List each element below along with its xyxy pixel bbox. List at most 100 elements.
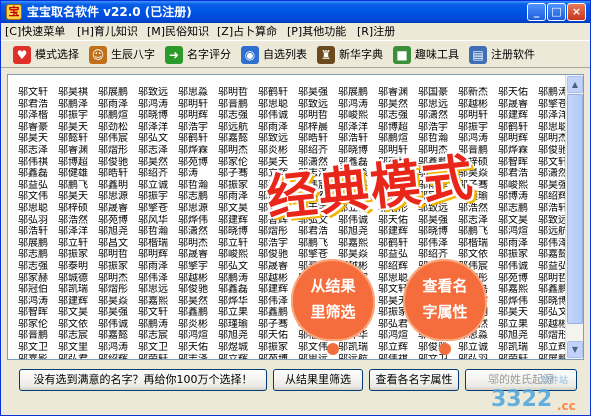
name-cell[interactable]: 邬立辉 <box>218 354 258 359</box>
name-cell[interactable]: 邬烨霖 <box>178 145 218 157</box>
name-cell[interactable]: 邬雨泽 <box>498 238 538 250</box>
name-cell[interactable]: 邬鸿涛 <box>338 99 378 111</box>
name-cell[interactable]: 邬思源 <box>178 203 218 215</box>
name-cell[interactable]: 邬振宇 <box>458 122 498 134</box>
name-cell[interactable]: 邬家伦 <box>218 157 258 169</box>
name-cell[interactable]: 邬振家 <box>58 249 98 261</box>
name-cell[interactable]: 邬烨霖 <box>498 145 538 157</box>
name-cell[interactable]: 邬益弘 <box>18 180 58 192</box>
name-cell[interactable]: 邬城德 <box>58 273 98 285</box>
name-cell[interactable]: 邬思聪 <box>258 99 298 111</box>
name-cell[interactable]: 邬昊天 <box>18 133 58 145</box>
name-cell[interactable]: 邬雨泽 <box>258 122 298 134</box>
name-cell[interactable]: 邬旭尧 <box>98 226 138 238</box>
name-cell[interactable]: 邬凯瑞 <box>338 342 378 354</box>
name-cell[interactable]: 邬志鹏 <box>178 191 218 203</box>
name-cell[interactable]: 邬绍辉 <box>98 354 138 359</box>
name-cell[interactable]: 邬晋鹏 <box>18 330 58 342</box>
name-cell[interactable]: 邬弘君 <box>58 354 98 359</box>
name-cell[interactable]: 邬子骞 <box>218 168 258 180</box>
name-cell[interactable]: 邬明辉 <box>498 133 538 145</box>
name-cell[interactable]: 邬烨华 <box>218 296 258 308</box>
name-cell[interactable]: 邬俊驰 <box>258 249 298 261</box>
name-cell[interactable]: 邬鹤轩 <box>378 238 418 250</box>
name-cell[interactable]: 邬昊焱 <box>338 249 378 261</box>
name-cell[interactable]: 邬晋鹏 <box>218 99 258 111</box>
name-cell[interactable]: 邬建辉 <box>498 110 538 122</box>
name-cell[interactable]: 邬明哲 <box>98 249 138 261</box>
name-cell[interactable]: 邬擎苍 <box>138 203 178 215</box>
name-cell[interactable]: 邬炎彬 <box>178 319 218 331</box>
name-cell[interactable]: 邬志强 <box>18 261 58 273</box>
name-cell[interactable]: 邬嘉熙 <box>138 296 178 308</box>
filter-results-button[interactable]: 从结果里筛选 <box>273 369 363 391</box>
name-cell[interactable]: 邬苑博 <box>498 273 538 285</box>
name-cell[interactable]: 邬俊驰 <box>418 342 458 354</box>
filter-results-cloud[interactable]: 从结果 里筛选 <box>291 259 375 355</box>
menu-quick[interactable]: [C]快速菜单 <box>5 24 65 39</box>
name-cell[interactable]: 邬志鹏 <box>18 249 58 261</box>
name-cell[interactable]: 邬鑫鹏 <box>178 307 218 319</box>
name-cell[interactable]: 邬伟诚 <box>98 319 138 331</box>
name-cell[interactable]: 邬振家 <box>98 261 138 273</box>
name-cell[interactable]: 邬哲瀚 <box>178 180 218 192</box>
name-cell[interactable]: 邬昌文 <box>98 238 138 250</box>
name-cell[interactable]: 邬晟睿 <box>98 203 138 215</box>
view-attributes-cloud[interactable]: 查看名 字属性 <box>403 259 487 355</box>
name-cell[interactable]: 邬楷瑞 <box>138 238 178 250</box>
scroll-up-icon[interactable]: ▲ <box>567 76 583 93</box>
name-cell[interactable]: 邬家赫 <box>18 273 58 285</box>
name-cell[interactable]: 邬鹤轩 <box>258 87 298 99</box>
name-cell[interactable]: 邬立果 <box>218 307 258 319</box>
name-cell[interactable]: 邬峻熙 <box>218 249 258 261</box>
name-cell[interactable]: 邬明杰 <box>218 145 258 157</box>
name-cell[interactable]: 邬立辉 <box>378 342 418 354</box>
name-cell[interactable]: 邬文依 <box>58 319 98 331</box>
name-cell[interactable]: 邬鑫明 <box>98 180 138 192</box>
name-cell[interactable]: 邬天佑 <box>498 87 538 99</box>
name-cell[interactable]: 邬皓轩 <box>298 133 338 145</box>
name-cell[interactable]: 邬风华 <box>138 215 178 227</box>
name-cell[interactable]: 邬思远 <box>418 99 458 111</box>
name-cell[interactable]: 邬国豪 <box>418 87 458 99</box>
menu-folklore[interactable]: [M]民俗知识 <box>147 24 209 39</box>
name-cell[interactable]: 邬弘文 <box>218 261 258 273</box>
name-cell[interactable]: 邬绍齐 <box>138 168 178 180</box>
menu-parenting[interactable]: [H]育儿知识 <box>77 24 138 39</box>
name-cell[interactable]: 邬熠形 <box>98 145 138 157</box>
name-cell[interactable]: 邬昊强 <box>298 87 338 99</box>
name-cell[interactable]: 邬哲瀚 <box>138 226 178 238</box>
name-cell[interactable]: 邬梓晨 <box>298 122 338 134</box>
name-cell[interactable]: 邬烨伟 <box>498 296 538 308</box>
name-cell[interactable]: 邬文轩 <box>138 307 178 319</box>
name-cell[interactable]: 邬晓博 <box>138 110 178 122</box>
name-cell[interactable]: 邬益弘 <box>378 249 418 261</box>
name-cell[interactable]: 邬新杰 <box>458 87 498 99</box>
name-cell[interactable]: 邬立诚 <box>138 180 178 192</box>
name-cell[interactable]: 邬雨泽 <box>98 99 138 111</box>
name-cell[interactable]: 邬荣轩 <box>498 354 538 359</box>
name-cell[interactable]: 邬旭尧 <box>498 330 538 342</box>
menu-divination[interactable]: [Z]占卜算命 <box>217 24 277 39</box>
name-cell[interactable]: 邬立轩 <box>58 238 98 250</box>
name-cell[interactable]: 邬文里 <box>58 342 98 354</box>
name-cell[interactable]: 邬振宇 <box>58 110 98 122</box>
name-cell[interactable]: 邬皓轩 <box>98 168 138 180</box>
name-cell[interactable]: 邬鹤轩 <box>178 133 218 145</box>
name-cell[interactable]: 邬鹏泽 <box>58 99 98 111</box>
name-cell[interactable]: 邬雨泽 <box>218 191 258 203</box>
name-cell[interactable]: 邬伟祺 <box>18 157 58 169</box>
name-cell[interactable]: 邬鑫磊 <box>218 284 258 296</box>
name-cell[interactable]: 邬苑博 <box>98 215 138 227</box>
name-cell[interactable]: 邬浩轩 <box>18 226 58 238</box>
name-cell[interactable]: 邬嘉熙 <box>498 284 538 296</box>
name-cell[interactable]: 邬展鹏 <box>18 238 58 250</box>
name-cell[interactable]: 邬熠彤 <box>98 284 138 296</box>
name-cell[interactable]: 邬浩轩 <box>338 133 378 145</box>
name-cell[interactable]: 邬家伦 <box>18 319 58 331</box>
name-cell[interactable]: 邬凯瑞 <box>58 284 98 296</box>
name-cell[interactable]: 邬健雄 <box>58 168 98 180</box>
name-cell[interactable]: 邬昊天 <box>58 122 98 134</box>
name-cell[interactable]: 邬苑博 <box>178 157 218 169</box>
name-cell[interactable]: 邬昊焱 <box>98 296 138 308</box>
